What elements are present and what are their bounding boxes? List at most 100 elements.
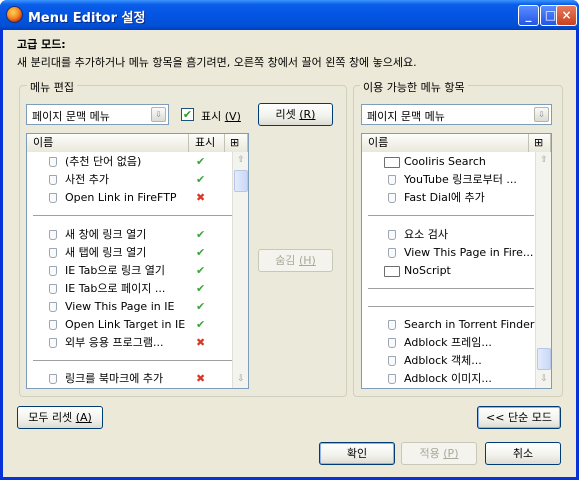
available-items-list[interactable]: 이름 ⊞ Cooliris Search YouTube 링크로부터 ... F… [361, 133, 552, 389]
menu-item-icon [388, 356, 396, 366]
menu-separator[interactable] [368, 215, 534, 216]
menu-item-icon [49, 157, 57, 167]
scroll-thumb[interactable] [234, 170, 248, 192]
menu-item-icon [388, 374, 396, 384]
menu-item-icon [388, 248, 396, 258]
list-item[interactable]: Open Link in FireFTP ✖ [49, 189, 229, 207]
menu-item-icon [49, 284, 57, 294]
simple-mode-button[interactable]: << 단순 모드 [477, 406, 561, 429]
reset-button-key: (R) [299, 108, 316, 121]
column-picker-icon[interactable]: ⊞ [225, 134, 248, 152]
dialog-body: 고급 모드: 새 분리대를 추가하거나 메뉴 항목을 흠기려면, 오른쪽 창에서… [3, 30, 576, 477]
menu-item-icon [388, 338, 396, 348]
menu-separator[interactable] [33, 360, 233, 361]
list-item[interactable]: Fast Dial에 추가 [388, 189, 538, 207]
scroll-down-icon[interactable]: ⇩ [537, 372, 551, 386]
menu-item-icon [388, 175, 396, 185]
visible-check-icon[interactable]: ✔ [196, 280, 205, 298]
hidden-cross-icon[interactable]: ✖ [196, 334, 205, 352]
list-item[interactable]: 새 창에 링크 열기 ✔ [49, 226, 229, 244]
list-item[interactable]: 링크를 북마크에 추가 ✖ [49, 370, 229, 388]
chevron-down-icon[interactable]: ⇩ [534, 107, 549, 122]
reset-button[interactable]: 리셋 (R) [258, 103, 333, 126]
list-item[interactable]: Cooliris Search [384, 153, 538, 171]
folder-icon [384, 266, 400, 277]
list-item[interactable]: NoScript [384, 262, 538, 280]
hide-button-label: 숨김 [275, 254, 296, 267]
list-item[interactable]: (추천 단어 없음) ✔ [49, 153, 229, 171]
show-checkbox-label: 표시 (V) [201, 108, 241, 124]
reset-all-label: 모두 리셋 [28, 411, 73, 424]
show-checkbox[interactable]: ✔ [181, 108, 194, 121]
left-menu-list[interactable]: 이름 표시 ⊞ (추천 단어 없음) ✔ 사전 추가 ✔ Open Link in … [26, 133, 249, 389]
menu-separator[interactable] [368, 288, 534, 289]
left-menu-select-value: 페이지 문맥 메뉴 [32, 110, 110, 123]
list-item[interactable]: Search in Torrent Finder [388, 316, 538, 334]
list-item[interactable]: Adblock 이미지... [388, 370, 538, 388]
list-item[interactable]: 새 탭에 링크 열기 ✔ [49, 244, 229, 262]
menu-item-icon [49, 266, 57, 276]
left-list-scrollbar[interactable]: ⇧ ⇩ [232, 152, 248, 388]
scroll-thumb[interactable] [537, 348, 551, 370]
available-items-title: 이용 가능한 메뉴 항목 [360, 79, 468, 95]
menu-separator[interactable] [33, 215, 233, 216]
folder-icon [384, 157, 400, 168]
right-list-scrollbar[interactable]: ⇧ ⇩ [535, 152, 551, 388]
visible-check-icon[interactable]: ✔ [196, 262, 205, 280]
hide-button[interactable]: 숨김 (H) [258, 249, 333, 272]
list-item[interactable]: Open Link Target in IE ✔ [49, 316, 229, 334]
show-label-text: 표시 [201, 110, 222, 123]
left-list-header: 이름 표시 ⊞ [27, 134, 248, 152]
menu-edit-title: 메뉴 편집 [27, 79, 77, 95]
minimize-button[interactable]: _ [518, 5, 539, 26]
scroll-up-icon[interactable]: ⇧ [234, 153, 248, 167]
menu-item-icon [49, 175, 57, 185]
column-show[interactable]: 표시 [189, 134, 225, 152]
reset-button-label: 리셋 [275, 108, 296, 121]
list-item[interactable]: 요소 검사 [388, 226, 538, 244]
menu-separator[interactable] [368, 306, 534, 307]
dialog-window: Menu Editor 설정 _ □ × 고급 모드: 새 분리대를 추가하거나… [0, 0, 579, 480]
left-menu-select[interactable]: 페이지 문맥 메뉴 ⇩ [26, 104, 169, 125]
hidden-cross-icon[interactable]: ✖ [196, 370, 205, 388]
chevron-down-icon[interactable]: ⇩ [151, 107, 166, 122]
advanced-mode-description: 새 분리대를 추가하거나 메뉴 항목을 흠기려면, 오른쪽 창에서 끌어 왼쪽 … [17, 56, 417, 69]
menu-item-icon [49, 230, 57, 240]
menu-item-icon [388, 193, 396, 203]
visible-check-icon[interactable]: ✔ [196, 244, 205, 262]
list-item[interactable]: IE Tab으로 링크 열기 ✔ [49, 262, 229, 280]
apply-button[interactable]: 적용 (P) [401, 442, 477, 465]
column-picker-icon[interactable]: ⊞ [529, 134, 551, 152]
column-name[interactable]: 이름 [362, 134, 529, 152]
list-item[interactable]: 외부 응용 프로그램... ✖ [49, 334, 229, 352]
list-item[interactable]: View This Page in IE ✔ [49, 298, 229, 316]
right-list-header: 이름 ⊞ [362, 134, 551, 152]
visible-check-icon[interactable]: ✔ [196, 153, 205, 171]
visible-check-icon[interactable]: ✔ [196, 226, 205, 244]
column-name[interactable]: 이름 [27, 134, 189, 152]
list-item[interactable]: Adblock 객체... [388, 352, 538, 370]
list-item[interactable]: View This Page in Fire... [388, 244, 538, 262]
list-item[interactable]: Adblock 프레임... [388, 334, 538, 352]
hidden-cross-icon[interactable]: ✖ [196, 189, 205, 207]
right-menu-select-value: 페이지 문맥 메뉴 [367, 110, 445, 123]
menu-item-icon [49, 374, 57, 384]
scroll-down-icon[interactable]: ⇩ [234, 372, 248, 386]
menu-item-icon [49, 320, 57, 330]
right-menu-select[interactable]: 페이지 문맥 메뉴 ⇩ [361, 104, 552, 125]
scroll-up-icon[interactable]: ⇧ [537, 153, 551, 167]
list-item[interactable]: YouTube 링크로부터 ... [388, 171, 538, 189]
reset-all-button[interactable]: 모두 리셋 (A) [17, 406, 103, 429]
visible-check-icon[interactable]: ✔ [196, 316, 205, 334]
list-item[interactable]: IE Tab으로 페이지 ... ✔ [49, 280, 229, 298]
visible-check-icon[interactable]: ✔ [196, 298, 205, 316]
list-item[interactable]: 사전 추가 ✔ [49, 171, 229, 189]
ok-button[interactable]: 확인 [319, 442, 395, 465]
close-button[interactable]: × [556, 5, 577, 26]
reset-all-key: (A) [75, 411, 92, 424]
show-label-key: (V) [224, 110, 241, 123]
title-bar[interactable]: Menu Editor 설정 _ □ × [0, 0, 579, 30]
cancel-button[interactable]: 취소 [485, 442, 561, 465]
visible-check-icon[interactable]: ✔ [196, 171, 205, 189]
menu-item-icon [49, 248, 57, 258]
